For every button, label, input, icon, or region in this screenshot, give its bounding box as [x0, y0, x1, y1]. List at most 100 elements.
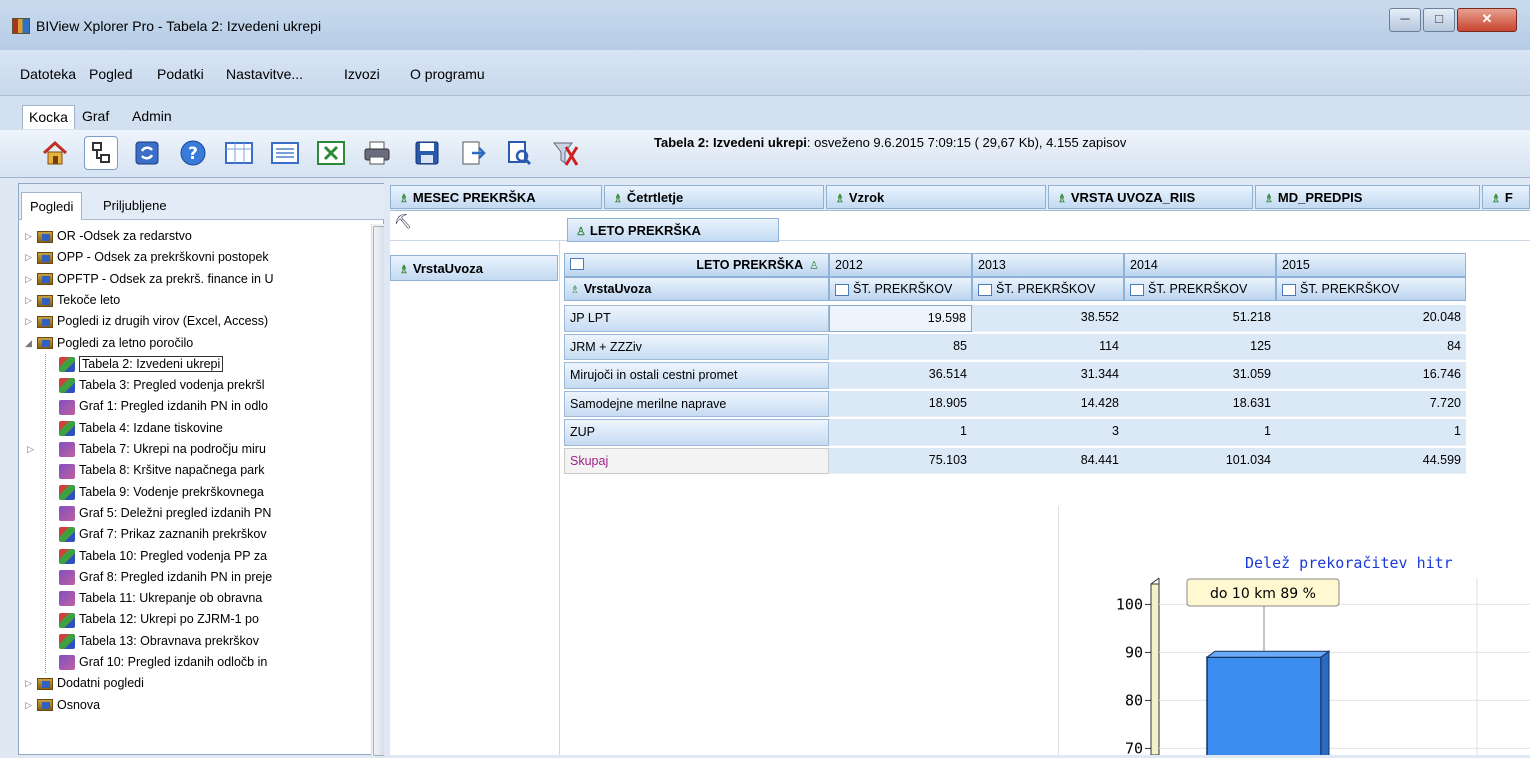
tree-item[interactable]: ◢ Pogledi za letno poročilo	[25, 333, 193, 354]
views-tree-scrollbar[interactable]	[371, 224, 385, 756]
maximize-button[interactable]: □	[1423, 8, 1455, 32]
value-cell[interactable]: 1	[1276, 419, 1466, 446]
row-label[interactable]: JRM + ZZZiv	[564, 333, 829, 360]
expand-arrow-icon[interactable]: ▷	[27, 439, 34, 459]
menu-o-programu[interactable]: O programu	[410, 66, 485, 82]
tree-item[interactable]: Tabela 11: Ukrepanje ob obravna	[47, 588, 262, 609]
pivot-corner-header[interactable]: LETO PREKRŠKA ♙	[564, 253, 829, 277]
tab-admin[interactable]: Admin	[126, 105, 178, 129]
table-view-icon[interactable]	[222, 136, 256, 170]
tree-item[interactable]: Graf 10: Pregled izdanih odločb in	[47, 652, 267, 673]
tab-pogledi[interactable]: Pogledi	[21, 192, 83, 220]
value-cell[interactable]: 38.552	[972, 305, 1124, 332]
dimension-mesec-prekrska[interactable]: ♗ MESEC PREKRŠKA	[390, 185, 602, 209]
value-cell[interactable]: 3	[972, 419, 1124, 446]
expand-arrow-icon[interactable]: ▷	[25, 311, 32, 331]
expand-arrow-icon[interactable]: ▷	[25, 247, 32, 267]
tree-item[interactable]: Tabela 8: Kršitve napačnega park	[47, 460, 265, 481]
expand-arrow-icon[interactable]: ▷	[25, 695, 32, 715]
menu-nastavitve[interactable]: Nastavitve...	[226, 66, 303, 82]
measure-header[interactable]: ŠT. PREKRŠKOV	[972, 277, 1124, 301]
tree-item[interactable]: ▷ OPP - Odsek za prekrškovni postopek	[25, 247, 269, 268]
dimension-vrsta-uvoza-riis[interactable]: ♗ VRSTA UVOZA_RIIS	[1048, 185, 1253, 209]
help-icon[interactable]: ?	[176, 136, 210, 170]
value-cell[interactable]: 16.746	[1276, 362, 1466, 389]
value-cell[interactable]: 36.514	[829, 362, 972, 389]
dimension-md-predpis[interactable]: ♗ MD_PREDPIS	[1255, 185, 1480, 209]
tree-item[interactable]: Graf 1: Pregled izdanih PN in odlo	[47, 396, 268, 417]
year-header[interactable]: 2012	[829, 253, 972, 277]
tree-item[interactable]: ▷ Tekoče leto	[25, 290, 120, 311]
tree-item[interactable]: Tabela 2: Izvedeni ukrepi	[47, 354, 224, 375]
measure-header[interactable]: ŠT. PREKRŠKOV	[829, 277, 972, 301]
hierarchy-icon[interactable]	[84, 136, 118, 170]
expand-arrow-icon[interactable]: ▷	[25, 290, 32, 310]
tree-item[interactable]: ▷ Pogledi iz drugih virov (Excel, Access)	[25, 311, 268, 332]
value-cell[interactable]: 84	[1276, 333, 1466, 360]
value-cell[interactable]: 1	[829, 419, 972, 446]
total-value-cell[interactable]: 101.034	[1124, 447, 1276, 474]
refresh-icon[interactable]	[130, 136, 164, 170]
tab-kocka[interactable]: Kocka	[22, 105, 75, 129]
row-dimension-header[interactable]: ♗ VrstaUvoza	[564, 277, 829, 301]
excel-icon[interactable]	[314, 136, 348, 170]
row-label[interactable]: ZUP	[564, 419, 829, 446]
query-icon[interactable]	[502, 136, 536, 170]
close-button[interactable]: ✕	[1457, 8, 1517, 32]
value-cell[interactable]: 19.598	[829, 305, 972, 332]
value-cell[interactable]: 31.059	[1124, 362, 1276, 389]
tree-item[interactable]: Tabela 3: Pregled vodenja prekršl	[47, 375, 265, 396]
menu-datoteka[interactable]: Datoteka	[20, 66, 76, 82]
total-value-cell[interactable]: 44.599	[1276, 447, 1466, 474]
value-cell[interactable]: 1	[1124, 419, 1276, 446]
tree-item[interactable]: Graf 7: Prikaz zaznanih prekrškov	[47, 524, 267, 545]
total-value-cell[interactable]: 75.103	[829, 447, 972, 474]
year-header[interactable]: 2014	[1124, 253, 1276, 277]
clear-filter-icon[interactable]	[548, 136, 582, 170]
expand-arrow-icon[interactable]: ▷	[25, 673, 32, 693]
list-view-icon[interactable]	[268, 136, 302, 170]
expand-arrow-icon[interactable]: ▷	[25, 226, 32, 246]
total-value-cell[interactable]: 84.441	[972, 447, 1124, 474]
value-cell[interactable]: 18.631	[1124, 390, 1276, 417]
save-icon[interactable]	[410, 136, 444, 170]
value-cell[interactable]: 14.428	[972, 390, 1124, 417]
menu-pogled[interactable]: Pogled	[89, 66, 133, 82]
total-row-label[interactable]: Skupaj	[564, 447, 829, 474]
value-cell[interactable]: 125	[1124, 333, 1276, 360]
tree-item[interactable]: ▷ Tabela 7: Ukrepi na področju miru	[27, 439, 266, 460]
menu-podatki[interactable]: Podatki	[157, 66, 204, 82]
dimension-cetrtletje[interactable]: ♗ Četrtletje	[604, 185, 824, 209]
year-header[interactable]: 2013	[972, 253, 1124, 277]
row-label[interactable]: Samodejne merilne naprave	[564, 390, 829, 417]
tree-item[interactable]: ▷ OR -Odsek za redarstvo	[25, 226, 192, 247]
minimize-button[interactable]: ─	[1389, 8, 1421, 32]
value-cell[interactable]: 18.905	[829, 390, 972, 417]
tree-item[interactable]: Tabela 10: Pregled vodenja PP za	[47, 546, 267, 567]
value-cell[interactable]: 114	[972, 333, 1124, 360]
year-header[interactable]: 2015	[1276, 253, 1466, 277]
filter-tool-icon[interactable]: ⛏	[394, 213, 412, 230]
tab-graf[interactable]: Graf	[76, 105, 115, 129]
dimension-more[interactable]: ♗ F	[1482, 185, 1530, 209]
value-cell[interactable]: 7.720	[1276, 390, 1466, 417]
tree-item[interactable]: ▷ Dodatni pogledi	[25, 673, 144, 694]
value-cell[interactable]: 31.344	[972, 362, 1124, 389]
tree-item[interactable]: Graf 5: Deležni pregled izdanih PN	[47, 503, 271, 524]
tree-item[interactable]: Tabela 12: Ukrepi po ZJRM-1 po	[47, 609, 259, 630]
tree-item[interactable]: Graf 8: Pregled izdanih PN in preje	[47, 567, 272, 588]
value-cell[interactable]: 20.048	[1276, 305, 1466, 332]
tab-priljubljene[interactable]: Priljubljene	[95, 192, 175, 220]
tree-item[interactable]: ▷ OPFTP - Odsek za prekrš. finance in U	[25, 269, 274, 290]
value-cell[interactable]: 85	[829, 333, 972, 360]
tree-item[interactable]: Tabela 9: Vodenje prekrškovnega	[47, 482, 264, 503]
tree-item[interactable]: ▷ Osnova	[25, 695, 100, 716]
tree-item[interactable]: Tabela 4: Izdane tiskovine	[47, 418, 223, 439]
row-label[interactable]: JP LPT	[564, 305, 829, 332]
home-icon[interactable]	[38, 136, 72, 170]
tree-item[interactable]: Tabela 13: Obravnava prekrškov	[47, 631, 259, 652]
dimension-vzrok[interactable]: ♗ Vzrok	[826, 185, 1046, 209]
expand-arrow-icon[interactable]: ▷	[25, 269, 32, 289]
print-icon[interactable]	[360, 136, 394, 170]
menu-izvozi[interactable]: Izvozi	[344, 66, 380, 82]
